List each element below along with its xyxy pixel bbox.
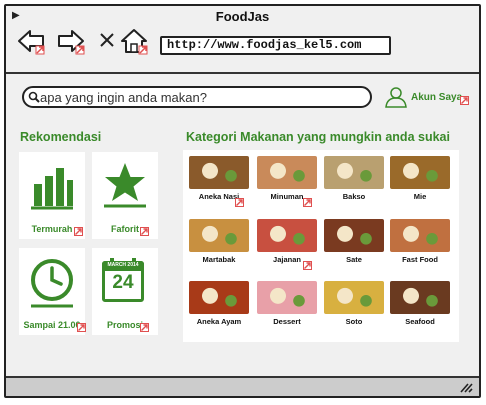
search-icon <box>28 91 40 103</box>
food-photo <box>189 156 249 189</box>
app-title: FoodJas <box>215 9 270 24</box>
kategori-panel: Aneka Nasi Minuman Bakso Mie Martabak Jajanan… <box>183 150 459 342</box>
status-bar <box>6 376 479 396</box>
clock-icon <box>31 259 73 308</box>
calendar-header: MARCH 2014 <box>107 262 139 268</box>
back-arrow-icon[interactable] <box>16 26 46 56</box>
link-arrow-icon <box>303 198 312 207</box>
rekomendasi-faforit[interactable]: Faforit <box>92 152 158 239</box>
url-input[interactable]: http://www.foodjas_kel5.com <box>160 36 391 55</box>
food-category-item[interactable]: Jajanan <box>257 219 317 270</box>
calendar-icon: MARCH 2014 24 <box>102 258 144 302</box>
close-icon[interactable] <box>97 30 117 50</box>
browser-window: ▶ FoodJas http://www.foodjas_kel5.com ap… <box>4 4 481 398</box>
food-category-label: Aneka Ayam <box>196 317 242 326</box>
food-category-item[interactable]: Aneka Ayam <box>189 281 249 326</box>
food-category-label: Bakso <box>342 192 366 201</box>
link-arrow-icon <box>140 323 149 332</box>
food-category-label: Soto <box>345 317 363 326</box>
food-photo <box>257 281 317 314</box>
food-category-item[interactable]: Dessert <box>257 281 317 326</box>
food-photo <box>189 219 249 252</box>
food-category-label: Martabak <box>202 255 236 264</box>
food-photo <box>257 156 317 189</box>
account-label: Akun Saya <box>411 92 463 103</box>
rekomendasi-promosi[interactable]: MARCH 2014 24 Promosi <box>92 248 158 335</box>
food-photo <box>390 156 450 189</box>
food-category-item[interactable]: Minuman <box>257 156 317 207</box>
food-photo <box>390 281 450 314</box>
bar-chart-icon <box>31 168 73 210</box>
food-category-label: Dessert <box>273 317 301 326</box>
food-photo <box>390 219 450 252</box>
food-photo <box>257 219 317 252</box>
search-input[interactable]: apa yang ingin anda makan? <box>22 86 372 108</box>
food-category-item[interactable]: Fast Food <box>390 219 450 264</box>
food-category-item[interactable]: Seafood <box>390 281 450 326</box>
star-icon <box>104 163 146 208</box>
user-icon <box>385 87 407 108</box>
kategori-title: Kategori Makanan yang mungkin anda sukai <box>186 130 450 144</box>
rekomendasi-sampai[interactable]: Sampai 21.00 <box>19 248 86 335</box>
resize-grip-icon[interactable] <box>459 381 473 393</box>
calendar-day: 24 <box>112 272 134 293</box>
food-category-item[interactable]: Soto <box>324 281 384 326</box>
food-category-item[interactable]: Aneka Nasi <box>189 156 249 207</box>
home-icon[interactable] <box>119 26 149 56</box>
food-category-label: Fast Food <box>402 255 438 264</box>
link-arrow-icon <box>303 261 312 270</box>
link-arrow-icon <box>235 198 244 207</box>
link-arrow-icon <box>140 227 149 236</box>
forward-arrow-icon[interactable] <box>56 26 86 56</box>
link-arrow-icon <box>460 96 469 105</box>
rekomendasi-title: Rekomendasi <box>20 130 102 144</box>
food-photo <box>324 219 384 252</box>
food-category-label: Sate <box>346 255 362 264</box>
link-arrow-icon <box>74 227 83 236</box>
title-bar: ▶ FoodJas http://www.foodjas_kel5.com <box>6 6 479 74</box>
rekomendasi-termurah[interactable]: Termurah <box>19 152 85 239</box>
food-category-label: Mie <box>413 192 427 201</box>
food-photo <box>324 281 384 314</box>
link-arrow-icon <box>77 323 86 332</box>
food-photo <box>189 281 249 314</box>
tile-label: Sampai 21.00 <box>23 320 81 330</box>
food-photo <box>324 156 384 189</box>
food-category-item[interactable]: Martabak <box>189 219 249 264</box>
account-link[interactable]: Akun Saya <box>384 86 469 110</box>
food-category-item[interactable]: Mie <box>390 156 450 201</box>
food-category-item[interactable]: Bakso <box>324 156 384 201</box>
food-category-item[interactable]: Sate <box>324 219 384 264</box>
food-category-label: Seafood <box>405 317 435 326</box>
search-placeholder: apa yang ingin anda makan? <box>40 90 207 105</box>
